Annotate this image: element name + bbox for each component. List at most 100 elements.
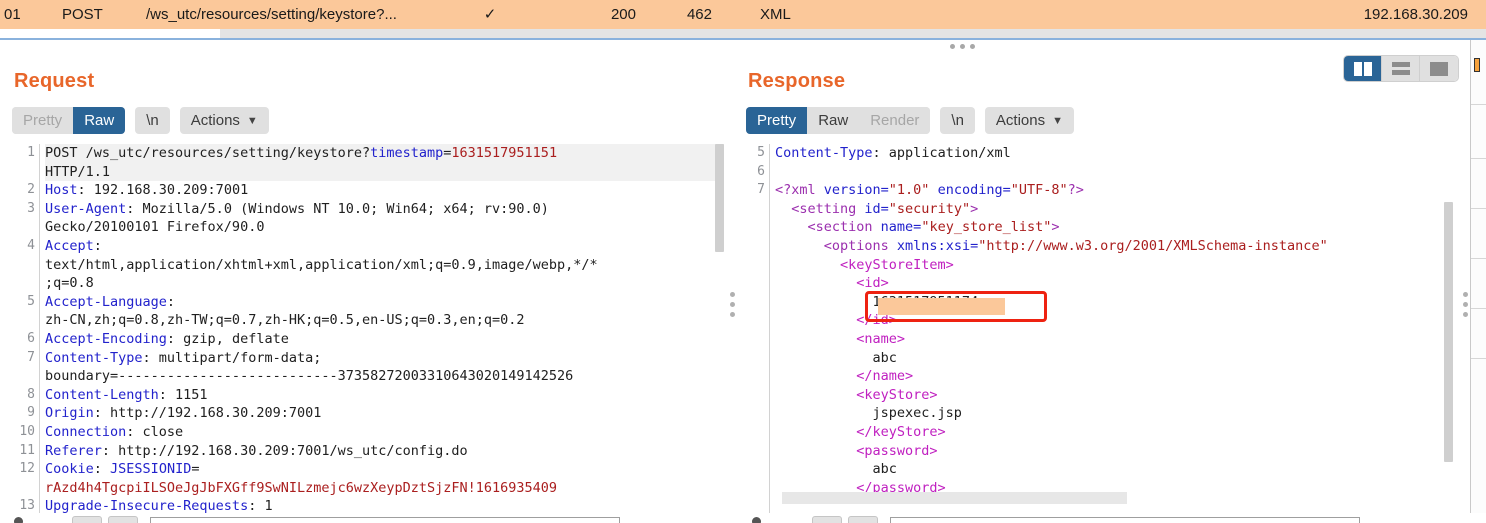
horizontal-drag-handle[interactable]: [950, 44, 976, 50]
tab-request-raw[interactable]: Raw: [73, 107, 126, 134]
line-number: [12, 367, 39, 386]
code-token: encoding=: [929, 182, 1011, 199]
code-token: boundary=---------------------------3735…: [45, 368, 574, 385]
history-cell-mime: XML: [760, 6, 791, 23]
code-token: : http://192.168.30.209:7001/ws_utc/conf…: [101, 442, 468, 459]
code-line: Accept-Language:: [45, 293, 724, 312]
vertical-splitter-handle[interactable]: [730, 292, 736, 318]
request-search-input[interactable]: [150, 517, 620, 523]
line-number: [746, 237, 769, 256]
code-token: <section: [775, 219, 873, 236]
history-cell-status: 200: [610, 6, 636, 23]
code-token: "key_store_list": [921, 219, 1052, 236]
line-number: [746, 256, 769, 275]
code-token: POST /ws_utc/resources/setting/keystore?: [45, 145, 371, 161]
response-search-input[interactable]: [890, 517, 1360, 523]
line-number: [746, 386, 769, 405]
code-token: User-Agent: [45, 200, 127, 217]
code-token: abc: [775, 349, 897, 366]
request-editor[interactable]: 1 2 3 4 5 6 7 8 9 10 11 12 13 POST /ws_utc/resources…: [12, 144, 724, 516]
proxy-history-row[interactable]: 01 POST /ws_utc/resources/setting/keysto…: [0, 0, 1486, 29]
line-number: [746, 330, 769, 349]
search-next-button[interactable]: [108, 516, 138, 523]
request-code: POST /ws_utc/resources/setting/keystore?…: [45, 144, 724, 516]
tab-request-pretty[interactable]: Pretty: [12, 107, 74, 134]
tab-response-raw[interactable]: Raw: [807, 107, 860, 134]
split-view-icon: [1353, 61, 1372, 76]
response-vscrollbar-track[interactable]: [1444, 144, 1453, 523]
code-line: Accept-Encoding: gzip, deflate: [45, 330, 724, 349]
code-line: Accept:: [45, 237, 724, 256]
request-newline-button[interactable]: \n: [135, 107, 170, 134]
search-toggle-icon[interactable]: [14, 517, 23, 523]
code-line: zh-CN,zh;q=0.8,zh-TW;q=0.7,zh-HK;q=0.5,e…: [45, 311, 724, 330]
code-line: 1631517951174: [775, 293, 1454, 312]
code-line: <setting id="security">: [775, 200, 1454, 219]
line-number: [12, 311, 39, 330]
response-vscrollbar-thumb[interactable]: [1444, 202, 1453, 462]
code-line: User-Agent: Mozilla/5.0 (Windows NT 10.0…: [45, 200, 724, 219]
response-line-numbers: 5 6 7: [746, 144, 770, 523]
tab-response-render[interactable]: Render: [859, 107, 931, 134]
right-side-strip[interactable]: [1470, 40, 1486, 523]
response-search-prev-button[interactable]: [812, 516, 842, 523]
response-code: Content-Type: application/xml <?xml vers…: [775, 144, 1454, 497]
code-token: Content-Length: [45, 386, 159, 403]
line-number: 7: [757, 182, 765, 198]
response-editor[interactable]: 5 6 7 Content-Type: application/xml <?xml …: [746, 144, 1454, 523]
line-number: [746, 200, 769, 219]
line-number: 6: [757, 163, 765, 179]
search-match-fill: [878, 298, 1005, 315]
request-view-tabs: Pretty Raw: [12, 107, 126, 134]
code-line: </id>: [775, 311, 1454, 330]
tab-response-pretty[interactable]: Pretty: [746, 107, 808, 134]
code-token: : 1: [248, 498, 273, 515]
panel-divider-rule: [0, 38, 1486, 40]
request-vscrollbar-track[interactable]: [715, 144, 724, 516]
layout-stacked-button[interactable]: [1382, 56, 1420, 81]
code-token: zh-CN,zh;q=0.8,zh-TW;q=0.7,zh-HK;q=0.5,e…: [45, 312, 525, 329]
line-number: 4: [27, 237, 35, 253]
bottom-search-strip: [0, 513, 1486, 523]
history-row-underlay-gray: [220, 29, 1486, 38]
request-actions-button[interactable]: Actions ▼: [179, 107, 269, 134]
search-prev-button[interactable]: [72, 516, 102, 523]
response-newline-button[interactable]: \n: [940, 107, 975, 134]
code-token: ?>: [1067, 182, 1084, 199]
code-token: </keyStore>: [775, 423, 946, 440]
layout-single-button[interactable]: [1420, 56, 1458, 81]
code-token: abc: [775, 461, 897, 478]
code-line: <options xmlns:xsi="http://www.w3.org/20…: [775, 237, 1454, 256]
response-search-next-button[interactable]: [848, 516, 878, 523]
code-line: <keyStore>: [775, 386, 1454, 405]
code-line: Cookie: JSESSIONID=: [45, 460, 724, 479]
response-search-toggle-icon[interactable]: [752, 517, 761, 523]
code-token: <options: [775, 237, 889, 254]
code-token: "1.0": [888, 182, 930, 199]
history-cell-host: 192.168.30.209: [1363, 6, 1468, 23]
code-token: :: [166, 293, 176, 310]
code-token: :: [93, 461, 111, 478]
code-token: id=: [856, 200, 889, 217]
line-number: 11: [19, 442, 35, 458]
code-token: "security": [888, 200, 971, 217]
code-token: Origin: [45, 405, 94, 422]
request-vscrollbar-thumb[interactable]: [715, 144, 724, 252]
request-actions-label: Actions: [190, 112, 240, 129]
response-actions-button[interactable]: Actions ▼: [984, 107, 1075, 134]
request-pane: Request Pretty Raw \n Actions ▼ 123456789…: [0, 52, 730, 523]
code-token: <keyStoreItem>: [775, 256, 954, 273]
layout-toggle-group: [1344, 56, 1458, 81]
code-token: Referer: [45, 442, 102, 459]
layout-side-by-side-button[interactable]: [1344, 56, 1382, 81]
issue-marker-icon: [1474, 58, 1480, 72]
request-title: Request: [14, 70, 95, 92]
code-token: <name>: [775, 330, 906, 347]
code-line: rAzd4h4TgcpiILSOeJgJbFXGff9SwNILzmejc6wz…: [45, 479, 724, 498]
code-line: Content-Length: 1151: [45, 386, 724, 405]
code-line: Content-Type: multipart/form-data;: [45, 349, 724, 368]
line-number: 6: [27, 330, 35, 346]
code-token: Gecko/20100101 Firefox/90.0: [45, 219, 265, 236]
code-line: Content-Type: application/xml: [775, 144, 1454, 163]
right-strip-drag-handle[interactable]: [1463, 292, 1469, 318]
